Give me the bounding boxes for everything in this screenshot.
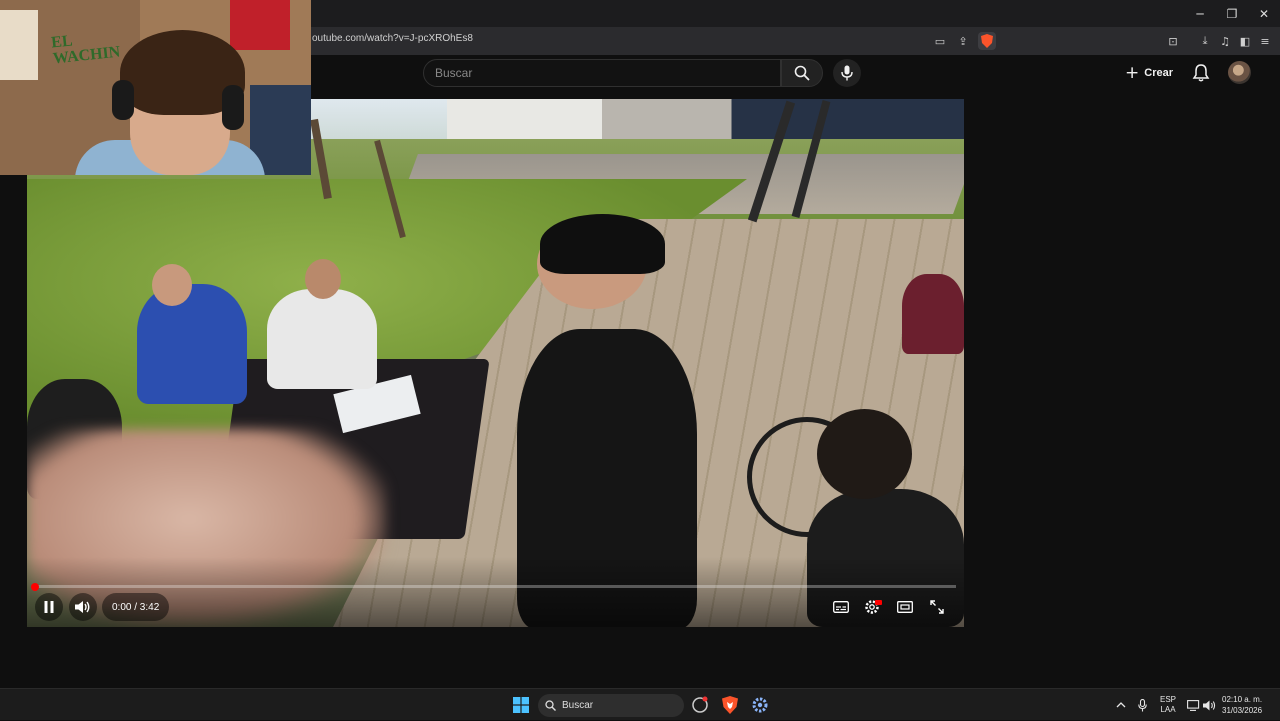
video-player[interactable]: 0:00 / 3:42 [27,99,964,627]
pause-icon [44,601,54,613]
share-icon[interactable]: ⇪ [954,32,972,50]
webcam-overlay: EL WACHIN [0,0,311,175]
settings-app-icon[interactable] [750,695,770,715]
progress-bar[interactable] [35,585,956,588]
taskbar-search[interactable]: Buscar [538,694,684,717]
video-frame [27,99,964,627]
minimize-icon[interactable]: ─ [1184,0,1216,27]
create-label: Crear [1144,67,1173,79]
language-line2: LAA [1160,705,1176,714]
search-input[interactable]: Buscar [423,59,781,87]
downloads-icon[interactable]: ⤓ [1196,32,1214,50]
pause-button[interactable] [35,593,63,621]
volume-tray-icon[interactable] [1203,689,1216,721]
volume-button[interactable] [69,593,97,621]
avatar[interactable] [1228,61,1251,84]
taskbar-search-label: Buscar [562,700,594,711]
search-button[interactable] [781,59,823,87]
search-placeholder: Buscar [435,66,473,80]
clock[interactable]: 02:10 a. m. 31/03/2026 [1222,689,1262,721]
plus-icon: + [1125,63,1140,83]
controls-gradient [27,557,964,627]
cast-icon[interactable]: ▭ [931,32,949,50]
progress-scrubber[interactable] [31,583,39,591]
mic-tray-icon[interactable] [1138,689,1147,721]
close-icon[interactable]: ✕ [1248,0,1280,27]
clock-date: 31/03/2026 [1222,706,1263,715]
search-icon [545,700,556,711]
search-icon [794,65,810,81]
fullscreen-icon[interactable] [927,598,947,616]
mic-icon [841,65,853,81]
chevron-up-icon[interactable] [1116,689,1126,721]
network-icon[interactable] [1187,689,1200,721]
language-line1: ESP [1160,695,1177,704]
language-indicator[interactable]: ESP LAA [1160,689,1176,721]
address-bar[interactable]: outube.com/watch?v=J-pcXROhEs8 [312,33,473,44]
copilot-icon[interactable] [690,695,710,715]
media-icon[interactable]: ♫ [1216,32,1234,50]
brave-shields-icon[interactable] [978,32,996,50]
volume-icon [75,601,90,613]
theater-mode-icon[interactable] [895,598,915,616]
restore-icon[interactable]: ❐ [1216,0,1248,27]
subtitles-icon[interactable] [831,598,851,616]
taskbar: Buscar ESP LAA 02:10 a. m. 31/03/2026 [0,688,1280,720]
settings-icon[interactable] [863,598,883,616]
bell-icon[interactable] [1191,63,1211,83]
screenshot-icon[interactable]: ⊡ [1164,32,1182,50]
menu-icon[interactable]: ≡ [1256,32,1274,50]
voice-search-button[interactable] [833,59,861,87]
sidebar-icon[interactable]: ◧ [1236,32,1254,50]
brave-browser-icon[interactable] [720,695,740,715]
clock-time: 02:10 a. m. [1222,695,1263,704]
time-display: 0:00 / 3:42 [102,593,170,621]
window-controls: ─ ❐ ✕ [1184,0,1280,27]
windows-start-icon[interactable] [511,695,531,715]
create-button[interactable]: + Crear [1125,62,1173,84]
